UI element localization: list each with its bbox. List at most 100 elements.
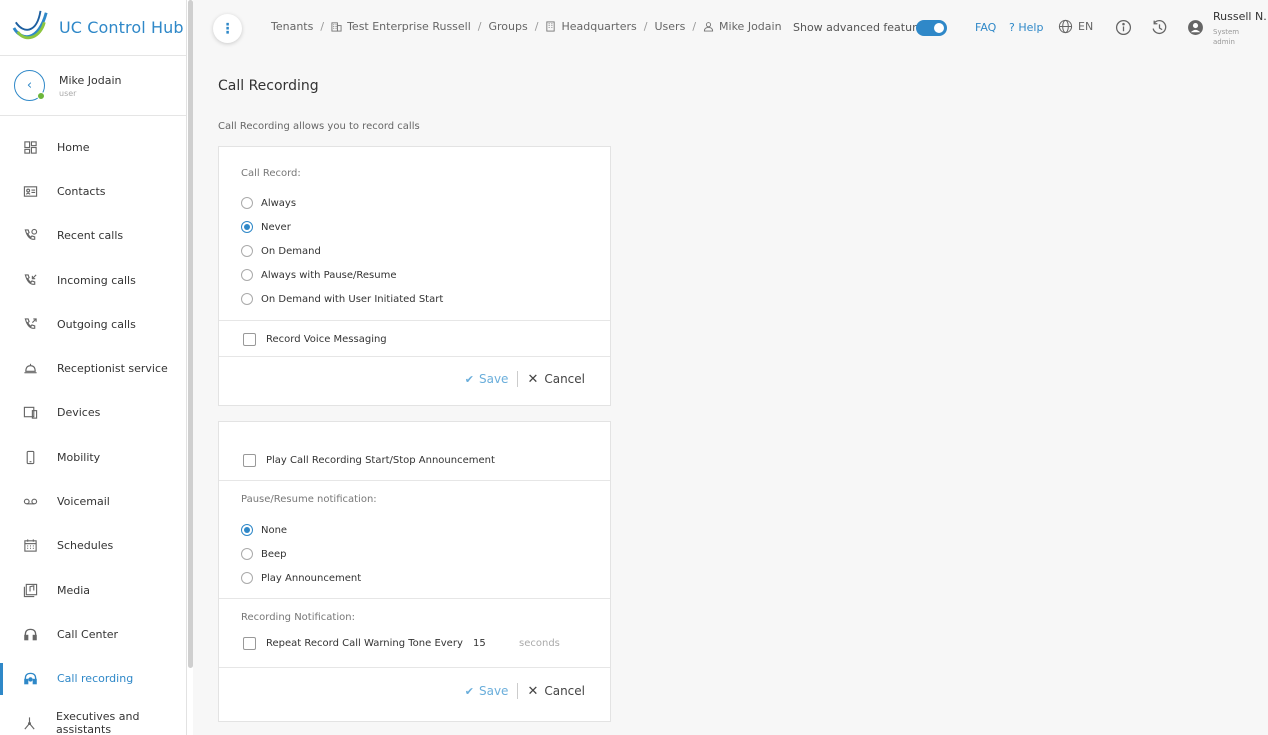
- radio-always[interactable]: Always: [241, 197, 296, 209]
- cancel-label: Cancel: [544, 372, 585, 386]
- radio-button-selected[interactable]: [241, 221, 253, 233]
- sidebar-item-call-center[interactable]: Call Center: [0, 612, 186, 656]
- user-name: Mike Jodain: [59, 73, 122, 87]
- sidebar-item-label: Mobility: [57, 450, 101, 464]
- divider: [219, 480, 610, 481]
- breadcrumb-enterprise[interactable]: Test Enterprise Russell: [331, 20, 471, 33]
- radio-on-demand-user-start[interactable]: On Demand with User Initiated Start: [241, 293, 443, 305]
- sidebar-item-devices[interactable]: Devices: [0, 391, 186, 435]
- mobile-icon: [22, 449, 38, 465]
- sidebar-item-executives-and-assistants[interactable]: Executives and assistants: [0, 701, 186, 735]
- help-label: Help: [1018, 21, 1044, 34]
- sidebar-item-outgoing-calls[interactable]: Outgoing calls: [0, 302, 186, 346]
- radio-play-announcement[interactable]: Play Announcement: [241, 572, 361, 584]
- sidebar-item-contacts[interactable]: Contacts: [0, 169, 186, 213]
- radio-button[interactable]: [241, 572, 253, 584]
- record-voice-messaging-checkbox[interactable]: Record Voice Messaging: [243, 333, 387, 346]
- checkbox[interactable]: [243, 333, 256, 346]
- breadcrumb-group-label: Headquarters: [561, 20, 637, 33]
- person-icon: [703, 22, 714, 32]
- desk-bell-icon: [22, 361, 38, 377]
- radio-beep[interactable]: Beep: [241, 548, 287, 560]
- faq-link[interactable]: FAQ: [975, 21, 996, 34]
- radio-label: None: [261, 524, 288, 536]
- back-button[interactable]: ‹: [14, 70, 45, 101]
- save-button[interactable]: ✔ Save: [465, 372, 509, 386]
- checkbox-label: Play Call Recording Start/Stop Announcem…: [266, 455, 495, 466]
- page-title: Call Recording: [218, 78, 319, 94]
- sidebar-item-label: Receptionist service: [57, 362, 168, 376]
- phone-outgoing-icon: [22, 316, 38, 332]
- radio-none[interactable]: None: [241, 524, 287, 536]
- radio-label: On Demand: [261, 245, 321, 257]
- radio-never[interactable]: Never: [241, 221, 291, 233]
- account-icon[interactable]: [1187, 19, 1204, 36]
- cancel-button[interactable]: ✕ Cancel: [527, 372, 585, 387]
- sidebar-item-voicemail[interactable]: Voicemail: [0, 479, 186, 523]
- radio-button-selected[interactable]: [241, 524, 253, 536]
- sidebar-item-recent-calls[interactable]: Recent calls: [0, 214, 186, 258]
- recording-notification-label: Recording Notification:: [241, 612, 355, 623]
- sidebar-item-receptionist-service[interactable]: Receptionist service: [0, 346, 186, 390]
- sidebar-item-label: Devices: [57, 406, 101, 420]
- breadcrumb-users[interactable]: Users: [655, 20, 686, 33]
- repeat-warning-tone-checkbox[interactable]: Repeat Record Call Warning Tone Every: [243, 637, 463, 650]
- breadcrumb-separator: /: [534, 20, 539, 33]
- breadcrumb-tenants[interactable]: Tenants: [271, 20, 313, 33]
- scrollbar-thumb[interactable]: [188, 0, 193, 668]
- account-name[interactable]: Russell N.: [1213, 10, 1267, 23]
- radio-button[interactable]: [241, 197, 253, 209]
- sidebar-item-label: Media: [57, 583, 91, 597]
- play-announcement-checkbox[interactable]: Play Call Recording Start/Stop Announcem…: [243, 454, 495, 467]
- cancel-button[interactable]: ✕ Cancel: [527, 684, 585, 699]
- sidebar-item-call-recording[interactable]: Call recording: [0, 657, 186, 701]
- breadcrumb-group[interactable]: Headquarters: [545, 20, 637, 33]
- app-logo[interactable]: UC Control Hub: [0, 0, 186, 56]
- close-icon: ✕: [527, 371, 539, 387]
- sidebar-nav: Home Contacts Recent calls Incoming call…: [0, 116, 186, 735]
- more-menu-button[interactable]: ⋮: [213, 14, 242, 43]
- save-button[interactable]: ✔ Save: [465, 684, 509, 698]
- devices-icon: [22, 405, 38, 421]
- user-box: ‹ Mike Jodain user: [0, 56, 186, 116]
- sidebar-item-media[interactable]: Media: [0, 568, 186, 612]
- radio-label: Play Announcement: [261, 572, 362, 584]
- radio-always-pause-resume[interactable]: Always with Pause/Resume: [241, 269, 397, 281]
- question-icon: ?: [1009, 21, 1019, 34]
- history-icon[interactable]: [1151, 19, 1168, 36]
- breadcrumb-user-label: Mike Jodain: [719, 20, 782, 33]
- advanced-features-toggle[interactable]: [916, 20, 947, 36]
- breadcrumb-groups[interactable]: Groups: [489, 20, 528, 33]
- radio-button[interactable]: [241, 548, 253, 560]
- sidebar-item-label: Outgoing calls: [57, 317, 136, 331]
- breadcrumb-user: Mike Jodain: [703, 20, 782, 33]
- breadcrumb-separator: /: [643, 20, 648, 33]
- dashboard-icon: [22, 139, 38, 155]
- call-recording-icon: [22, 671, 38, 687]
- radio-button[interactable]: [241, 245, 253, 257]
- checkbox[interactable]: [243, 637, 256, 650]
- sidebar-item-schedules[interactable]: Schedules: [0, 524, 186, 568]
- sidebar-item-home[interactable]: Home: [0, 125, 186, 169]
- sidebar-item-mobility[interactable]: Mobility: [0, 435, 186, 479]
- divider: [219, 356, 610, 357]
- radio-button[interactable]: [241, 293, 253, 305]
- sidebar-item-label: Call recording: [57, 672, 134, 686]
- save-label: Save: [478, 684, 509, 698]
- sidebar-item-label: Recent calls: [57, 229, 124, 243]
- radio-on-demand[interactable]: On Demand: [241, 245, 321, 257]
- language-code: EN: [1078, 20, 1094, 33]
- sidebar-scrollbar[interactable]: [187, 0, 193, 735]
- card1-actions: ✔ Save ✕ Cancel: [465, 371, 585, 387]
- breadcrumb-separator: /: [692, 20, 697, 33]
- uc-logo-icon: [12, 10, 48, 39]
- checkbox[interactable]: [243, 454, 256, 467]
- radio-button[interactable]: [241, 269, 253, 281]
- repeat-interval-input[interactable]: 15: [473, 638, 513, 649]
- language-selector[interactable]: EN: [1058, 19, 1093, 34]
- help-link[interactable]: ? Help: [1009, 21, 1043, 34]
- checkbox-label: Record Voice Messaging: [266, 334, 387, 345]
- sidebar-item-incoming-calls[interactable]: Incoming calls: [0, 258, 186, 302]
- phone-incoming-icon: [22, 272, 38, 288]
- info-icon[interactable]: [1115, 19, 1132, 36]
